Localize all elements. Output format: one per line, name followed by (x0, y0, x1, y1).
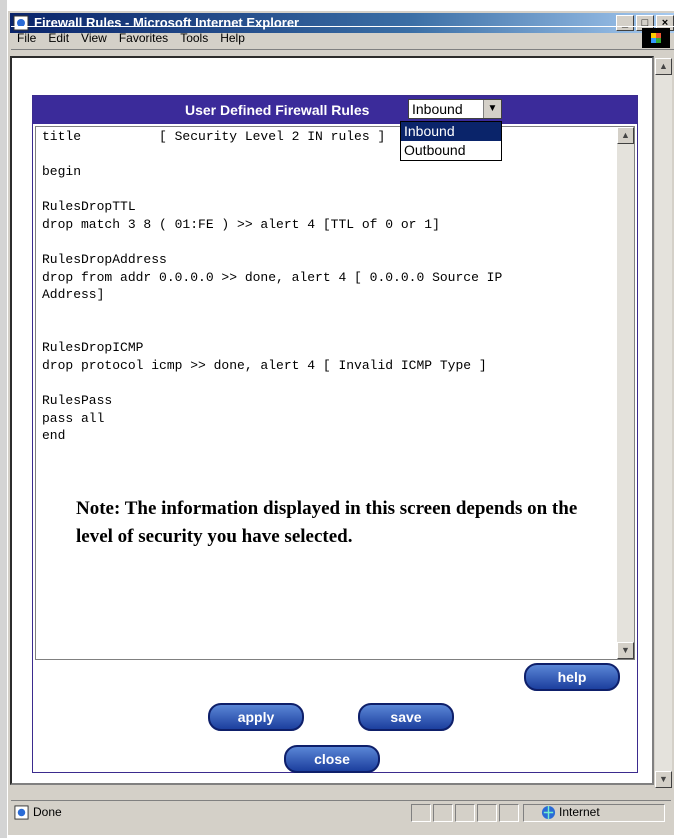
status-cell (455, 804, 475, 822)
menu-tools[interactable]: Tools (174, 31, 214, 45)
rules-text: title [ Security Level 2 IN rules ] begi… (42, 129, 503, 444)
save-button[interactable]: save (358, 703, 454, 731)
panel-title: User Defined Firewall Rules (185, 102, 370, 118)
menu-favorites[interactable]: Favorites (113, 31, 174, 45)
option-outbound[interactable]: Outbound (401, 141, 501, 160)
apply-button[interactable]: apply (208, 703, 304, 731)
option-inbound[interactable]: Inbound (401, 122, 501, 141)
menu-view[interactable]: View (75, 31, 113, 45)
scroll-up-arrow-icon[interactable]: ▲ (655, 58, 672, 75)
rules-textarea[interactable]: title [ Security Level 2 IN rules ] begi… (35, 126, 635, 660)
menu-bar: File Edit View Favorites Tools Help (11, 26, 674, 50)
status-cell (477, 804, 497, 822)
rules-scroll-down-icon[interactable]: ▼ (617, 642, 634, 659)
security-zone-text: Internet (559, 805, 600, 819)
menu-file[interactable]: File (11, 31, 42, 45)
direction-select[interactable]: Inbound ▼ (408, 99, 502, 119)
page-done-icon (14, 805, 29, 820)
menu-edit[interactable]: Edit (42, 31, 75, 45)
status-cell (411, 804, 431, 822)
page-scrollbar[interactable]: ▲ ▼ (655, 58, 672, 788)
rules-scrollbar[interactable]: ▲ ▼ (617, 127, 634, 659)
menu-help[interactable]: Help (214, 31, 251, 45)
status-cell (499, 804, 519, 822)
status-text: Done (33, 805, 62, 819)
security-note: Note: The information displayed in this … (76, 498, 578, 547)
panel-header: User Defined Firewall Rules Inbound ▼ (33, 96, 637, 124)
close-button[interactable]: close (284, 745, 380, 773)
direction-dropdown-list[interactable]: Inbound Outbound (400, 121, 502, 161)
direction-select-value: Inbound (412, 101, 463, 117)
help-button[interactable]: help (524, 663, 620, 691)
status-cell (433, 804, 453, 822)
globe-icon (541, 805, 556, 820)
rules-scroll-up-icon[interactable]: ▲ (617, 127, 634, 144)
background-shape (0, 0, 7, 838)
windows-logo-icon (642, 28, 670, 48)
chevron-down-icon[interactable]: ▼ (483, 100, 501, 118)
scroll-down-arrow-icon[interactable]: ▼ (655, 771, 672, 788)
status-bar: Done Internet (11, 800, 671, 823)
